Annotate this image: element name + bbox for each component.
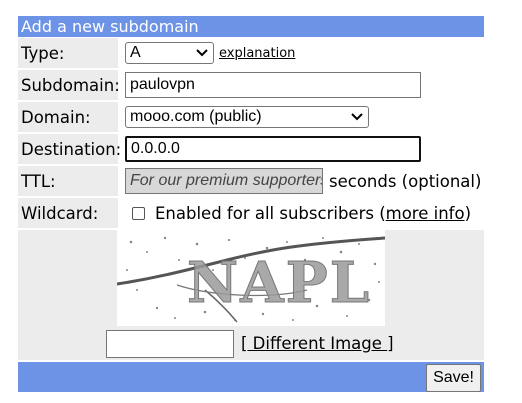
domain-label: Domain:: [18, 102, 118, 132]
wildcard-text: Enabled for all subscribers (: [155, 203, 386, 223]
domain-select[interactable]: mooo.com (public): [125, 106, 369, 128]
ttl-label: TTL:: [18, 166, 118, 196]
wildcard-checkbox[interactable]: [132, 206, 145, 220]
subdomain-input[interactable]: paulovpn: [125, 72, 421, 98]
type-row: Type: A explanation: [18, 38, 484, 68]
destination-input[interactable]: 0.0.0.0: [125, 136, 421, 162]
ttl-suffix: seconds (optional): [329, 171, 482, 191]
captcha-input[interactable]: [106, 330, 234, 358]
add-subdomain-form: Add a new subdomain Type: A explanation …: [18, 16, 484, 392]
domain-row: Domain: mooo.com (public): [18, 102, 484, 132]
ttl-input[interactable]: For our premium supporters: [125, 168, 323, 194]
wildcard-row: Wildcard: Enabled for all subscribers (m…: [18, 198, 484, 228]
captcha-area: NAPL [ Different Image ]: [18, 230, 484, 360]
explanation-link[interactable]: explanation: [219, 46, 295, 61]
more-info-link[interactable]: more info: [386, 204, 465, 223]
type-select[interactable]: A: [125, 42, 214, 64]
ttl-row: TTL: For our premium supporters seconds …: [18, 166, 484, 196]
destination-row: Destination: 0.0.0.0: [18, 134, 484, 164]
chevron-down-icon: [195, 46, 209, 60]
subdomain-label: Subdomain:: [18, 70, 120, 100]
svg-text:NAPL: NAPL: [187, 250, 371, 316]
subdomain-row: Subdomain: paulovpn: [18, 70, 484, 100]
captcha-image: NAPL: [116, 230, 386, 326]
form-footer: Save!: [18, 362, 484, 392]
different-image-link[interactable]: [ Different Image ]: [241, 334, 394, 353]
save-button[interactable]: Save!: [426, 364, 481, 392]
type-selected-value: A: [130, 44, 141, 61]
chevron-down-icon: [350, 110, 364, 124]
form-title: Add a new subdomain: [18, 16, 484, 37]
destination-label: Destination:: [18, 134, 121, 164]
wildcard-close-paren: ): [464, 203, 472, 223]
domain-selected-value: mooo.com (public): [130, 108, 262, 125]
wildcard-label: Wildcard:: [18, 198, 118, 228]
type-label: Type:: [18, 38, 118, 68]
